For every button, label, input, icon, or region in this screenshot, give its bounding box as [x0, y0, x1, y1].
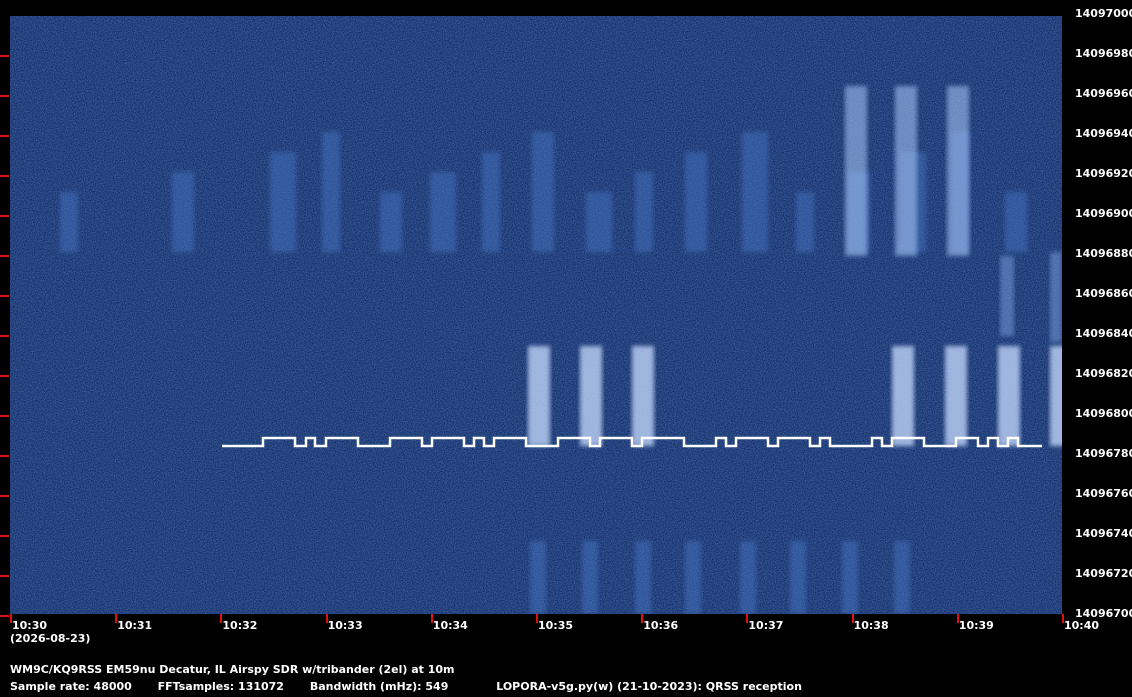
frequency-tick: [0, 615, 9, 617]
frequency-label: 14096900: [1075, 207, 1132, 220]
frequency-tick: [0, 335, 9, 337]
signal-burst: [998, 346, 1020, 446]
signal-streak: [380, 192, 402, 252]
time-tick: [325, 614, 328, 623]
time-label: 10:39: [958, 619, 994, 632]
strong-streak: [895, 86, 917, 256]
signal-streak: [1000, 256, 1014, 336]
signal-streak: [586, 192, 612, 252]
time-tick: [851, 614, 854, 623]
frequency-label: 14096920: [1075, 167, 1132, 180]
sample-rate: Sample rate: 48000: [10, 680, 132, 693]
signal-streak: [635, 541, 651, 614]
station-info: WM9C/KQ9RSS EM59nu Decatur, IL Airspy SD…: [10, 663, 455, 676]
time-label: 10:30: [12, 619, 48, 632]
frequency-tick: [0, 375, 9, 377]
strong-streak: [947, 86, 969, 256]
frequency-label: 14096980: [1075, 47, 1132, 60]
software-version: LOPORA-v5g.py(w) (21-10-2023): QRSS rece…: [496, 680, 802, 693]
signal-burst: [892, 346, 914, 446]
signal-streak: [430, 172, 456, 252]
date-label: (2026-08-23): [10, 632, 91, 645]
frequency-label: 14096960: [1075, 87, 1132, 100]
signal-streak: [322, 132, 340, 252]
time-label: 10:37: [748, 619, 784, 632]
frequency-label: 14097000: [1075, 7, 1132, 20]
frequency-tick: [0, 95, 9, 97]
frequency-label: 14096720: [1075, 567, 1132, 580]
frequency-tick: [0, 535, 9, 537]
signal-streak: [1050, 252, 1062, 342]
frequency-tick: [0, 495, 9, 497]
time-label: 10:36: [643, 619, 679, 632]
signal-streak: [740, 541, 756, 614]
time-label: 10:31: [117, 619, 153, 632]
signal-streak: [582, 541, 598, 614]
signal-streak: [685, 541, 701, 614]
frequency-label: 14096780: [1075, 447, 1132, 460]
frequency-tick: [0, 415, 9, 417]
signal-streak: [635, 172, 653, 252]
time-tick: [641, 614, 644, 623]
frequency-tick: [0, 135, 9, 137]
frequency-tick: [0, 295, 9, 297]
time-tick: [956, 614, 959, 623]
signal-streak: [790, 541, 806, 614]
frequency-tick: [0, 455, 9, 457]
frequency-tick: [0, 55, 9, 57]
signal-streak: [482, 152, 500, 252]
signal-streak: [1005, 192, 1027, 252]
signal-streak: [685, 152, 707, 252]
time-tick: [746, 614, 749, 623]
frequency-tick: [0, 215, 9, 217]
strong-streak: [845, 86, 867, 256]
bandwidth: Bandwidth (mHz): 549: [309, 680, 449, 693]
spectrogram: [10, 16, 1062, 614]
frequency-label: 14096840: [1075, 327, 1132, 340]
time-tick: [10, 614, 12, 623]
time-label: 10:35: [538, 619, 574, 632]
stats-line: Sample rate: 48000 FFTsamples: 131072 Ba…: [10, 681, 824, 693]
signal-burst: [580, 346, 602, 446]
signal-streak: [742, 132, 768, 252]
signal-streak: [894, 541, 910, 614]
frequency-label: 14096860: [1075, 287, 1132, 300]
waterfall-display: [10, 16, 1062, 614]
time-label: 10:32: [222, 619, 258, 632]
time-label: 10:38: [853, 619, 889, 632]
fft-samples: FFTsamples: 131072: [157, 680, 284, 693]
frequency-tick: [0, 575, 9, 577]
signal-streak: [60, 192, 78, 252]
time-label: 10:33: [327, 619, 363, 632]
signal-streak: [532, 132, 554, 252]
frequency-tick: [0, 255, 9, 257]
time-tick: [536, 614, 538, 623]
time-label: 10:40: [1064, 619, 1100, 632]
signal-burst: [528, 346, 550, 446]
time-tick: [115, 614, 118, 623]
time-tick: [220, 614, 223, 623]
frequency-label: 14096800: [1075, 407, 1132, 420]
signal-streak: [172, 172, 194, 252]
frequency-label: 14096740: [1075, 527, 1132, 540]
time-tick: [430, 614, 433, 623]
signal-burst: [945, 346, 967, 446]
frequency-label: 14096820: [1075, 367, 1132, 380]
frequency-label: 14096880: [1075, 247, 1132, 260]
time-tick: [1062, 614, 1064, 623]
signal-streak: [796, 192, 814, 252]
time-label: 10:34: [432, 619, 468, 632]
frequency-label: 14096760: [1075, 487, 1132, 500]
signal-burst: [632, 346, 654, 446]
frequency-label: 14096940: [1075, 127, 1132, 140]
signal-streak: [842, 541, 858, 614]
signal-streak: [530, 541, 546, 614]
signal-burst: [1050, 346, 1062, 446]
frequency-tick: [0, 175, 9, 177]
signal-streak: [270, 152, 296, 252]
